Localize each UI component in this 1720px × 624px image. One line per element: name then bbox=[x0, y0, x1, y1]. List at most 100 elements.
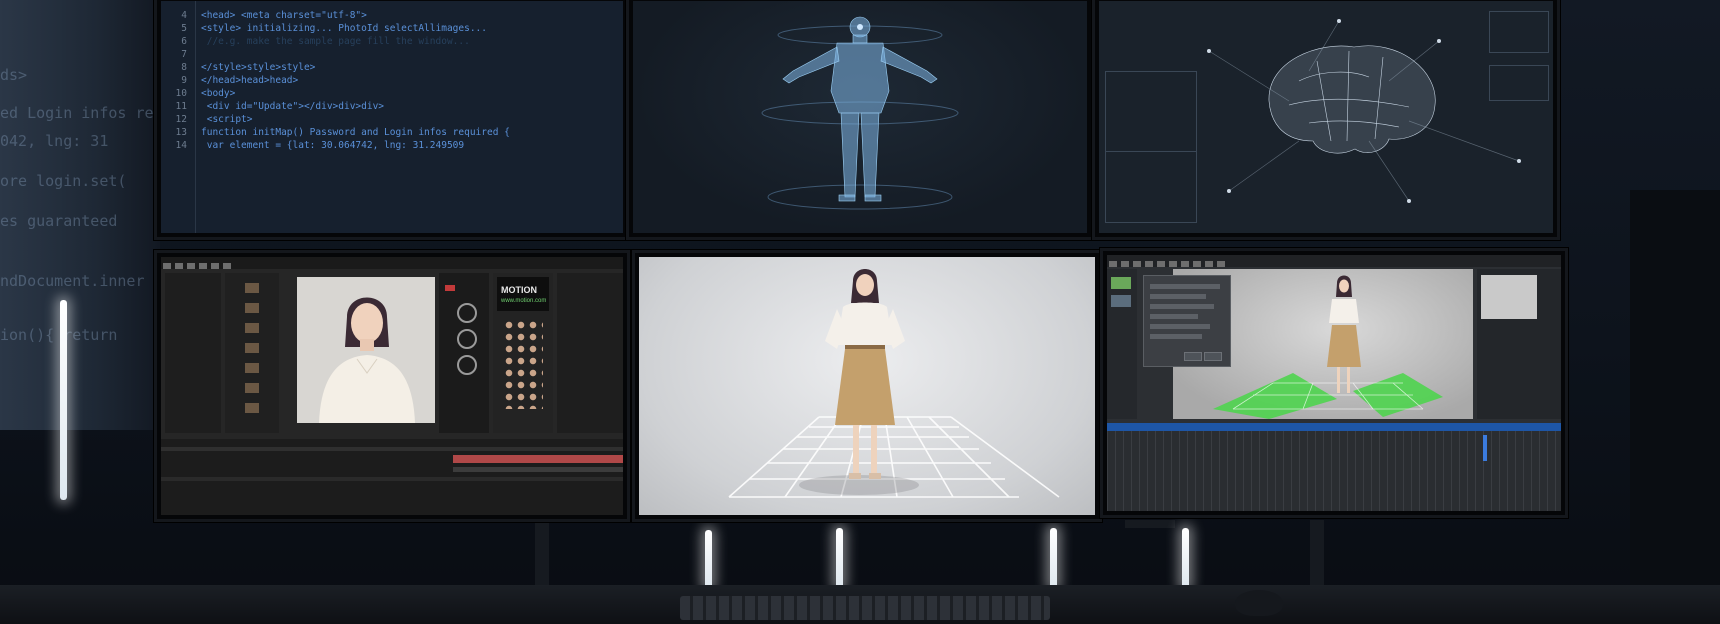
ui-panel bbox=[1489, 11, 1549, 53]
woman-portrait bbox=[319, 297, 415, 423]
code-text: </style>style>style> bbox=[201, 62, 316, 73]
code-line: 11 <div id="Update"></div>div>div> bbox=[161, 100, 384, 113]
code-text: var element = {lat: 30.064742, lng: 31.2… bbox=[201, 140, 465, 151]
timeline-clip bbox=[453, 467, 623, 472]
glare-text-line: ds> bbox=[0, 66, 28, 84]
code-line: 10 <body> bbox=[161, 87, 236, 100]
dial-control bbox=[457, 329, 477, 349]
monitor-stand bbox=[1125, 520, 1175, 528]
line-number: 13 bbox=[175, 127, 187, 138]
project-panel bbox=[165, 273, 221, 433]
fluorescent-tube bbox=[705, 530, 712, 588]
glare-text-line: ndDocument.inner bbox=[0, 272, 145, 290]
playhead[interactable] bbox=[1483, 435, 1487, 461]
code-text: <body> bbox=[201, 88, 236, 99]
line-number: 7 bbox=[181, 49, 187, 60]
media-thumbnail bbox=[245, 283, 259, 293]
line-number: 11 bbox=[175, 101, 187, 112]
properties-panel bbox=[557, 273, 623, 433]
motion-app-monitor bbox=[1100, 248, 1568, 518]
model-preview bbox=[1481, 275, 1537, 319]
monitor-stand bbox=[535, 520, 549, 590]
face-thumbnail-grid bbox=[503, 319, 543, 409]
right-property-panel bbox=[1477, 269, 1561, 419]
dialog-field bbox=[1150, 294, 1206, 299]
timeline-ruler bbox=[1107, 423, 1561, 431]
motion-toolbar bbox=[1107, 255, 1561, 267]
dialog-ok-button[interactable] bbox=[1184, 352, 1202, 361]
dialog-field bbox=[1150, 284, 1220, 289]
keyboard bbox=[680, 596, 1050, 620]
video-editor-screen: MOTION www.motion.com bbox=[161, 257, 623, 515]
body-scan-monitor bbox=[626, 0, 1094, 240]
code-line: 13 function initMap() Password and Login … bbox=[161, 126, 510, 139]
line-number: 14 bbox=[175, 140, 187, 151]
code-text: <style> initializing... PhotoId selectAl… bbox=[201, 23, 487, 34]
dialog-field bbox=[1150, 324, 1210, 329]
line-number: 10 bbox=[175, 88, 187, 99]
brand-sub: www.motion.com bbox=[501, 298, 547, 304]
video-editor-monitor: MOTION www.motion.com bbox=[154, 250, 630, 522]
dialog-field bbox=[1150, 304, 1214, 309]
timeline-clip bbox=[453, 455, 623, 463]
ui-panel bbox=[1105, 151, 1197, 223]
line-number: 4 bbox=[181, 10, 187, 21]
fluorescent-tube bbox=[836, 528, 843, 588]
mouse bbox=[1235, 590, 1283, 616]
left-tool-panel bbox=[1107, 269, 1137, 419]
code-text: </head>head>head> bbox=[201, 75, 299, 86]
tool-thumbnail bbox=[1111, 277, 1131, 289]
brain-scan-monitor bbox=[1092, 0, 1560, 240]
code-line: 4 <head> <meta charset="utf-8"> bbox=[161, 9, 367, 22]
line-number: 12 bbox=[175, 114, 187, 125]
media-thumbnail bbox=[245, 383, 259, 393]
code-line: 9 </head>head>head> bbox=[161, 74, 298, 87]
dialog-field bbox=[1150, 334, 1202, 339]
timeline-panel bbox=[161, 439, 623, 515]
viewport-monitor bbox=[632, 250, 1102, 522]
office-scene: ds> ed Login infos re 042, lng: 31 ore l… bbox=[0, 0, 1720, 624]
line-number: 5 bbox=[181, 23, 187, 34]
motion-viewport bbox=[1143, 269, 1473, 419]
dialog-cancel-button[interactable] bbox=[1204, 352, 1222, 361]
media-thumbnail bbox=[245, 303, 259, 313]
brand-panel: MOTION www.motion.com bbox=[493, 273, 553, 433]
media-thumbnail bbox=[245, 403, 259, 413]
monitor-stand bbox=[1310, 520, 1324, 590]
code-line: 5 <style> initializing... PhotoId selectA… bbox=[161, 22, 487, 35]
body-scan-screen bbox=[633, 1, 1087, 233]
effects-panel bbox=[439, 273, 489, 433]
timeline-track bbox=[161, 477, 623, 481]
preview-monitor bbox=[297, 277, 435, 423]
keyframe-timeline bbox=[1107, 431, 1561, 511]
line-number: 8 bbox=[181, 62, 187, 73]
code-line: 12 <script> bbox=[161, 113, 253, 126]
window-with-reflected-code: ds> ed Login infos re 042, lng: 31 ore l… bbox=[0, 0, 160, 430]
code-text: function initMap() Password and Login in… bbox=[201, 127, 510, 138]
timeline-track bbox=[161, 447, 623, 451]
line-number: 6 bbox=[181, 36, 187, 47]
media-thumbnail bbox=[245, 323, 259, 333]
code-text: <head> <meta charset="utf-8"> bbox=[201, 10, 367, 21]
woman-on-grid bbox=[728, 269, 1060, 498]
dial-control bbox=[457, 303, 477, 323]
fluorescent-tube bbox=[60, 300, 67, 500]
code-line: 7 bbox=[161, 48, 201, 61]
code-text: <script> bbox=[201, 114, 253, 125]
ui-panel bbox=[1489, 65, 1549, 101]
glare-text-line: ion(){ return bbox=[0, 326, 118, 344]
media-thumbnail bbox=[245, 363, 259, 373]
brand-label: MOTION bbox=[501, 285, 537, 295]
line-number: 9 bbox=[181, 75, 187, 86]
editor-toolbar bbox=[161, 257, 623, 269]
server-rack bbox=[1630, 190, 1720, 624]
dialog-field bbox=[1150, 314, 1198, 319]
code-line: 14 var element = {lat: 30.064742, lng: 3… bbox=[161, 139, 465, 152]
glare-text-line: 042, lng: 31 bbox=[0, 132, 109, 150]
code-line: 8 </style>style>style> bbox=[161, 61, 315, 74]
fluorescent-tube bbox=[1182, 528, 1189, 588]
code-text: //e.g. make the sample page fill the win… bbox=[201, 36, 470, 47]
tool-thumbnail bbox=[1111, 295, 1131, 307]
glare-text-line: ed Login infos re bbox=[0, 104, 154, 122]
code-text: <div id="Update"></div>div>div> bbox=[201, 101, 385, 112]
